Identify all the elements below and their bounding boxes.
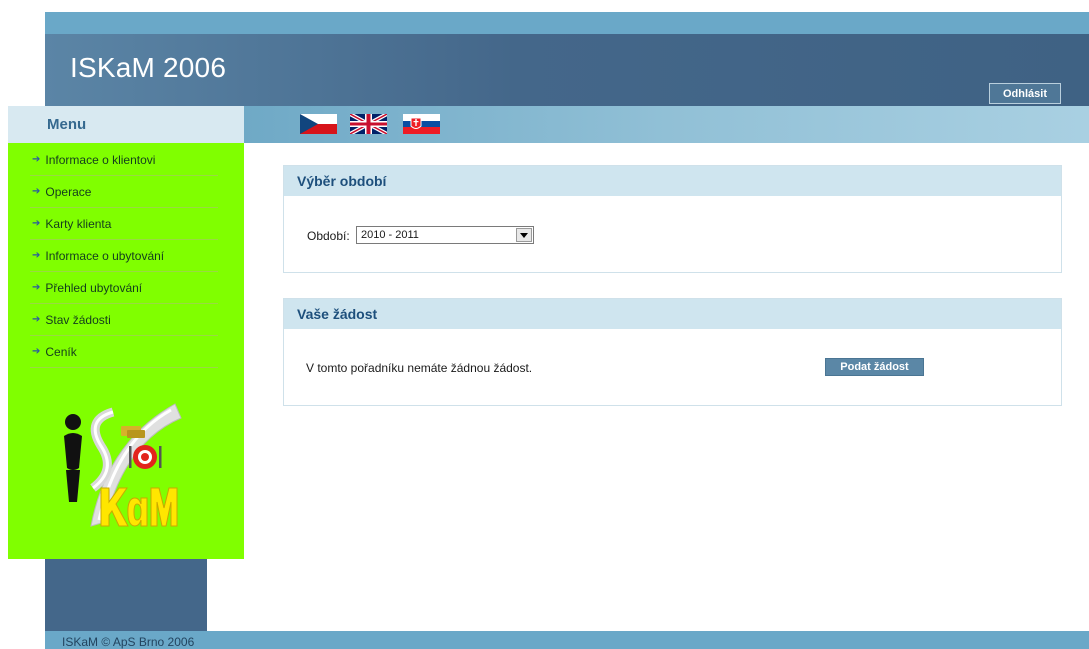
arrow-right-icon: ➔ <box>32 314 41 325</box>
request-panel-title: Vaše žádost <box>284 299 1061 329</box>
iskam-logo <box>55 402 185 530</box>
top-strip <box>45 12 1089 34</box>
arrow-right-icon: ➔ <box>32 346 41 357</box>
period-panel: Výběr období <box>283 165 1062 273</box>
menu-title: Menu <box>47 116 87 133</box>
arrow-right-icon: ➔ <box>32 282 41 293</box>
sidebar-item-label: Přehled ubytování <box>45 280 143 295</box>
menu-header <box>8 106 244 143</box>
sidebar-item-operations[interactable]: ➔ Operace <box>30 176 218 208</box>
czech-flag-icon[interactable] <box>300 114 337 134</box>
sidebar-item-label: Stav žádosti <box>45 312 111 327</box>
sidebar-bottom <box>45 559 207 631</box>
sidebar-item-accommodation-overview[interactable]: ➔ Přehled ubytování <box>30 272 218 304</box>
arrow-right-icon: ➔ <box>32 186 41 197</box>
arrow-right-icon: ➔ <box>32 218 41 229</box>
sidebar-item-client-cards[interactable]: ➔ Karty klienta <box>30 208 218 240</box>
period-panel-title: Výběr období <box>284 166 1061 196</box>
logout-button[interactable]: Odhlásit <box>989 83 1061 104</box>
app-title: ISKaM 2006 <box>70 52 227 83</box>
period-select[interactable]: 2010 - 2011 <box>356 226 534 244</box>
uk-flag-icon[interactable] <box>350 114 387 134</box>
sidebar-item-label: Informace o ubytování <box>45 248 165 263</box>
footer <box>45 631 1089 649</box>
footer-copyright: ISKaM © ApS Brno 2006 <box>62 635 195 649</box>
sidebar-item-accommodation-info[interactable]: ➔ Informace o ubytování <box>30 240 218 272</box>
sidebar-item-label: Karty klienta <box>45 216 112 231</box>
sidebar-item-price-list[interactable]: ➔ Ceník <box>30 336 218 368</box>
request-panel: Vaše žádost <box>283 298 1062 406</box>
sidebar-item-request-status[interactable]: ➔ Stav žádosti <box>30 304 218 336</box>
slovak-flag-icon[interactable] <box>403 114 440 134</box>
submit-request-button[interactable]: Podat žádost <box>825 358 924 376</box>
arrow-right-icon: ➔ <box>32 154 41 165</box>
period-selected-value: 2010 - 2011 <box>361 229 419 241</box>
sidebar-item-label: Informace o klientovi <box>45 152 156 167</box>
chevron-down-icon <box>516 228 532 242</box>
sidebar-item-label: Operace <box>45 184 92 199</box>
period-label: Období: <box>307 229 350 243</box>
sidebar-item-label: Ceník <box>45 344 77 359</box>
no-request-message: V tomto pořadníku nemáte žádnou žádost. <box>306 361 533 375</box>
sidebar-item-client-info[interactable]: ➔ Informace o klientovi <box>30 144 218 176</box>
arrow-right-icon: ➔ <box>32 250 41 261</box>
